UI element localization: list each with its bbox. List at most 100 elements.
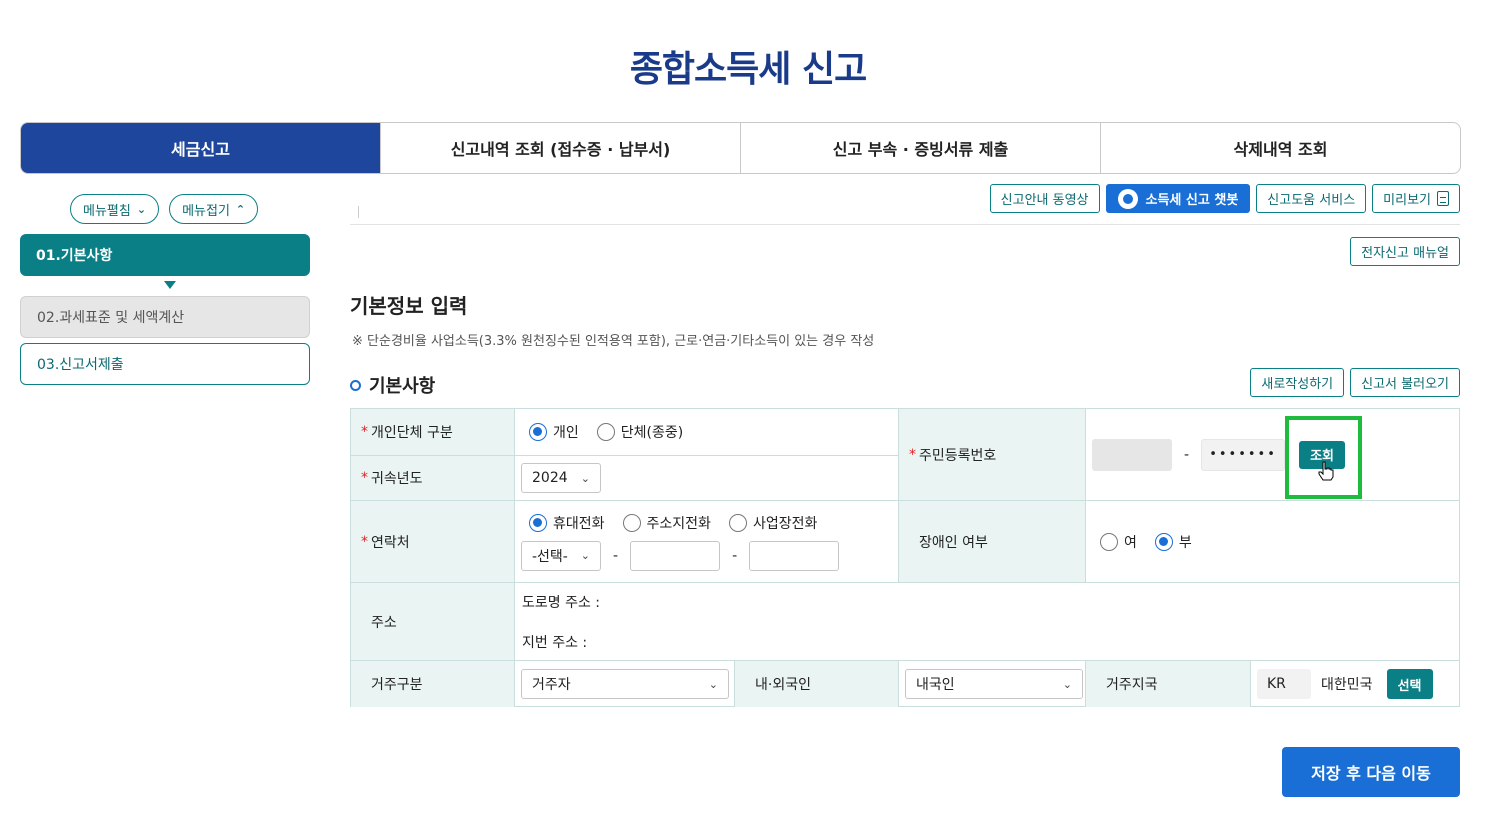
phone-inputs: -선택- ⌄ - - [521,540,840,571]
new-form-button[interactable]: 새로작성하기 [1250,368,1345,397]
nationality-value: 내국인 [916,677,955,693]
preview-button[interactable]: 미리보기 [1372,184,1460,213]
year-value: 2024 [532,470,568,486]
save-next-button[interactable]: 저장 후 다음 이동 [1282,747,1460,797]
sidebar-step-tax-calculation[interactable]: 02.과세표준 및 세액계산 [20,296,310,338]
type-label: 개인단체 구분 [371,425,453,441]
residence-select-cell: 거주자 ⌄ [515,661,735,707]
step-arrow-icon [164,281,176,289]
video-guide-button[interactable]: 신고안내 동영상 [989,184,1100,213]
preview-label: 미리보기 [1383,193,1431,208]
required-mark: * [909,446,916,463]
contact-label-cell: * 연락처 [351,501,515,583]
rrn-front-input[interactable] [1092,438,1172,471]
year-label-cell: * 귀속년도 [351,456,515,501]
radio-individual[interactable]: 개인 [529,422,579,442]
phone-prefix-select[interactable]: -선택- ⌄ [521,540,601,571]
lot-address-label: 지번 주소 : [522,634,588,651]
phone-last-input[interactable] [749,540,840,571]
nationality-label: 내·외국인 [755,677,811,693]
country-label-cell: 거주지국 [1086,661,1251,707]
menu-expand-button[interactable]: 메뉴펼침 ⌄ [70,194,160,224]
chevron-down-icon: ⌄ [580,471,590,485]
hand-cursor-icon [1318,461,1334,481]
radio-home-phone[interactable]: 주소지전화 [622,513,711,533]
highlight-box [1285,416,1362,499]
radio-group[interactable]: 단체(종중) [596,422,683,442]
country-value-cell: KR 대한민국 선택 [1251,661,1460,707]
residence-label: 거주구분 [371,677,423,693]
rrn-back-input[interactable]: ••••••• [1201,438,1286,471]
sidebar-step-submit[interactable]: 03.신고서제출 [20,343,310,385]
section-note: ※ 단순경비율 사업소득(3.3% 원천징수된 인적용역 포함), 근로·연금·… [352,334,875,349]
address-value-cell: 도로명 주소 : 지번 주소 : [515,583,1460,661]
section-title: 기본정보 입력 [350,294,468,318]
radio-home-phone-label: 주소지전화 [646,515,711,532]
page-title: 종합소득세 신고 [629,49,867,90]
tab-filing-history[interactable]: 신고내역 조회 (접수증 · 납부서) [380,123,740,173]
phone-middle-input[interactable] [630,540,721,571]
toolbar-separator [358,206,359,218]
radio-unselected-icon [1100,532,1118,551]
required-mark: * [361,424,368,440]
phone-dash: - [613,547,619,564]
road-address-label: 도로명 주소 : [522,594,601,611]
menu-collapse-label: 메뉴접기 [182,203,230,219]
radio-business-phone[interactable]: 사업장전화 [728,513,818,533]
residence-value: 거주자 [532,677,571,693]
tab-deleted-history[interactable]: 삭제내역 조회 [1100,123,1460,173]
radio-disabled-yes-label: 여 [1124,534,1137,551]
phone-prefix-value: -선택- [532,548,568,565]
load-form-button[interactable]: 신고서 불러오기 [1350,368,1460,397]
address-label: 주소 [371,614,397,631]
required-mark: * [361,533,368,550]
chevron-up-icon: ⌃ [235,202,246,216]
phone-dash: - [732,547,738,564]
residence-select[interactable]: 거주자 ⌄ [521,669,729,699]
radio-disabled-no[interactable]: 부 [1154,532,1192,552]
chatbot-label: 소득세 신고 챗봇 [1145,193,1239,208]
radio-unselected-icon [728,513,747,532]
rrn-label-cell: * 주민등록번호 [899,409,1086,501]
radio-selected-icon [529,513,547,532]
subsection-actions: 새로작성하기 신고서 불러오기 [1250,368,1460,397]
toolbar-divider [350,224,1460,225]
subsection-title: 기본사항 [350,372,435,398]
radio-mobile[interactable]: 휴대전화 [529,513,605,533]
rrn-dash: - [1184,446,1190,463]
radio-disabled-yes[interactable]: 여 [1100,532,1137,552]
country-select-button[interactable]: 선택 [1386,669,1433,699]
document-icon [1437,191,1449,206]
chatbot-button[interactable]: 소득세 신고 챗봇 [1105,184,1251,213]
year-select-cell: 2024 ⌄ [515,456,899,501]
year-label: 귀속년도 [371,471,423,487]
country-label: 거주지국 [1106,677,1158,693]
sidebar-toggle: 메뉴펼침 ⌄ 메뉴접기 ⌃ [70,194,259,224]
toolbar: 신고안내 동영상 소득세 신고 챗봇 신고도움 서비스 미리보기 [989,184,1460,213]
e-filing-manual-button[interactable]: 전자신고 매뉴얼 [1350,237,1460,266]
disabled-label-cell: 장애인 여부 [899,501,1086,583]
year-select[interactable]: 2024 ⌄ [521,463,601,493]
radio-disabled-no-label: 부 [1178,534,1192,551]
chatbot-icon [1117,188,1138,209]
radio-unselected-icon [596,423,615,441]
required-mark: * [361,470,368,486]
radio-selected-icon [1154,532,1173,551]
sidebar-step-basic-info[interactable]: 01.기본사항 [20,234,310,276]
radio-business-phone-label: 사업장전화 [752,515,818,532]
menu-expand-label: 메뉴펼침 [83,203,131,219]
radio-unselected-icon [622,513,641,532]
radio-selected-icon [529,423,547,441]
type-options-cell: 개인 단체(종중) [515,409,899,456]
menu-collapse-button[interactable]: 메뉴접기 ⌃ [169,194,259,224]
residence-label-cell: 거주구분 [351,661,515,707]
contact-type-options: 휴대전화 주소지전화 사업장전화 [521,513,835,533]
tab-tax-filing[interactable]: 세금신고 [21,123,380,173]
tab-attachments[interactable]: 신고 부속 · 증빙서류 제출 [740,123,1100,173]
bullet-ring-icon [350,379,361,391]
help-service-button[interactable]: 신고도움 서비스 [1256,184,1367,213]
chevron-down-icon: ⌄ [136,202,147,216]
country-code-field: KR [1257,669,1311,699]
nationality-select[interactable]: 내국인 ⌄ [905,669,1083,699]
contact-input-cell: 휴대전화 주소지전화 사업장전화 -선택- ⌄ - - [515,501,899,583]
